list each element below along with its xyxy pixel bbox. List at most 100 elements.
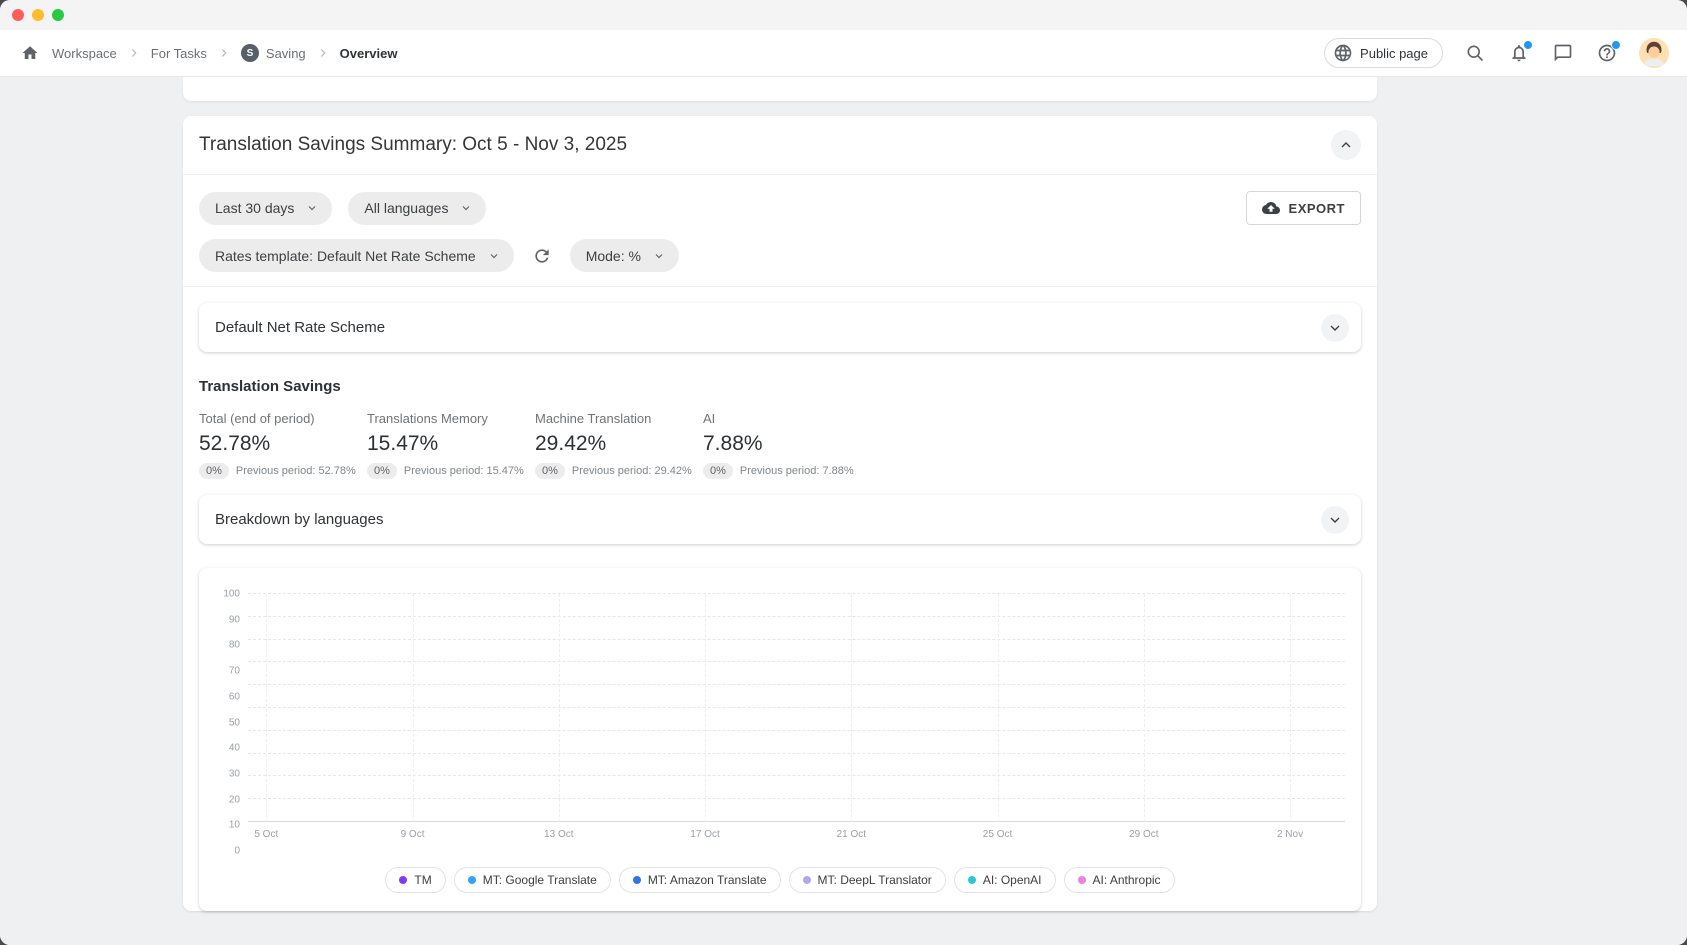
notification-dot — [1611, 40, 1621, 50]
refresh-icon[interactable] — [530, 244, 554, 268]
filters-section: Last 30 days All languages EXPORT — [183, 175, 1377, 286]
breadcrumb-item-for-tasks[interactable]: For Tasks — [151, 46, 207, 61]
languages-dropdown[interactable]: All languages — [348, 192, 486, 225]
savings-chart-card: 0102030405060708090100 5 Oct9 Oct13 Oct1… — [199, 568, 1361, 911]
stats-row: Total (end of period) 52.78% 0% Previous… — [199, 411, 1361, 479]
top-navbar: Workspace For Tasks S Saving Overview Pu… — [0, 30, 1687, 77]
navbar-actions: Public page — [1324, 38, 1669, 68]
export-button[interactable]: EXPORT — [1246, 191, 1361, 225]
close-button[interactable] — [12, 9, 24, 21]
legend-chip[interactable]: MT: Amazon Translate — [619, 867, 781, 893]
home-icon[interactable] — [18, 41, 42, 65]
chevron-down-icon — [460, 202, 472, 214]
x-tick-label: 13 Oct — [541, 829, 578, 840]
public-page-button[interactable]: Public page — [1324, 38, 1443, 68]
bar-cell — [285, 594, 322, 822]
bar-cell — [979, 594, 1016, 822]
bar-cell — [650, 594, 687, 822]
cloud-upload-icon — [1262, 199, 1280, 217]
breadcrumb-item-workspace[interactable]: Workspace — [52, 46, 117, 61]
minimize-button[interactable] — [32, 9, 44, 21]
mode-dropdown[interactable]: Mode: % — [570, 239, 679, 272]
bar-cell — [541, 594, 578, 822]
chevron-down-icon — [306, 202, 318, 214]
search-icon[interactable] — [1463, 41, 1487, 65]
legend-chip[interactable]: AI: Anthropic — [1064, 867, 1175, 893]
y-tick-label: 80 — [229, 640, 240, 651]
delta-badge: 0% — [199, 463, 229, 479]
legend-chip[interactable]: MT: DeepL Translator — [789, 867, 946, 893]
zoom-button[interactable] — [52, 9, 64, 21]
legend-label: AI: OpenAI — [983, 873, 1042, 887]
breadcrumb-item-overview[interactable]: Overview — [340, 46, 398, 61]
breadcrumb-label: Saving — [266, 46, 306, 61]
vertical-gridline — [1290, 594, 1291, 822]
y-tick-label: 10 — [229, 820, 240, 831]
user-avatar[interactable] — [1639, 38, 1669, 68]
stat-translations-memory: Translations Memory 15.47% 0% Previous p… — [367, 411, 535, 479]
collapse-card-button[interactable] — [1331, 130, 1361, 160]
chart-bars — [248, 594, 1345, 822]
legend-label: MT: DeepL Translator — [818, 873, 932, 887]
legend-chip[interactable]: MT: Google Translate — [454, 867, 611, 893]
stat-total: Total (end of period) 52.78% 0% Previous… — [199, 411, 367, 479]
vertical-gridline — [266, 594, 267, 822]
help-icon[interactable] — [1595, 41, 1619, 65]
bar-cell — [394, 594, 431, 822]
rates-template-value: Rates template: Default Net Rate Scheme — [215, 248, 476, 264]
previous-period-text: Previous period: 7.88% — [740, 465, 854, 477]
languages-value: All languages — [364, 200, 448, 216]
stat-machine-translation: Machine Translation 29.42% 0% Previous p… — [535, 411, 703, 479]
previous-period-text: Previous period: 15.47% — [404, 465, 524, 477]
x-tick-label: 29 Oct — [1126, 829, 1163, 840]
main-scroll-area[interactable]: Translation Savings Summary: Oct 5 - Nov… — [0, 77, 1687, 945]
date-range-dropdown[interactable]: Last 30 days — [199, 192, 332, 225]
bar-cell — [577, 594, 614, 822]
notification-dot — [1523, 40, 1533, 50]
breakdown-by-languages-panel[interactable]: Breakdown by languages — [199, 495, 1361, 544]
delta-badge: 0% — [367, 463, 397, 479]
stat-ai: AI 7.88% 0% Previous period: 7.88% — [703, 411, 871, 479]
bar-cell — [723, 594, 760, 822]
y-tick-label: 50 — [229, 717, 240, 728]
bar-cell — [321, 594, 358, 822]
legend-dot — [468, 876, 476, 884]
chevron-down-icon — [1327, 320, 1343, 336]
date-range-value: Last 30 days — [215, 200, 294, 216]
legend-label: TM — [414, 873, 431, 887]
notifications-icon[interactable] — [1507, 41, 1531, 65]
savings-summary-card: Translation Savings Summary: Oct 5 - Nov… — [183, 116, 1377, 911]
legend-dot — [633, 876, 641, 884]
breadcrumb-item-saving[interactable]: S Saving — [241, 44, 306, 62]
stat-label: AI — [703, 411, 871, 426]
previous-period-text: Previous period: 52.78% — [236, 465, 356, 477]
app-window: Workspace For Tasks S Saving Overview Pu… — [0, 0, 1687, 945]
legend-chip[interactable]: AI: OpenAI — [954, 867, 1056, 893]
bar-cell — [796, 594, 833, 822]
expand-breakdown-button[interactable] — [1321, 506, 1349, 534]
chart-plot — [248, 594, 1345, 822]
delta-badge: 0% — [535, 463, 565, 479]
chat-icon[interactable] — [1551, 41, 1575, 65]
stat-value: 29.42% — [535, 432, 703, 456]
net-rate-scheme-panel[interactable]: Default Net Rate Scheme — [199, 303, 1361, 352]
vertical-gridline — [413, 594, 414, 822]
mode-value: Mode: % — [586, 248, 641, 264]
legend-dot — [803, 876, 811, 884]
expand-net-rate-scheme-button[interactable] — [1321, 314, 1349, 342]
chart-y-axis: 0102030405060708090100 — [210, 594, 240, 851]
page-title: Translation Savings Summary: Oct 5 - Nov… — [199, 134, 627, 156]
bar-cell — [870, 594, 907, 822]
rates-template-dropdown[interactable]: Rates template: Default Net Rate Scheme — [199, 239, 514, 272]
bar-cell — [833, 594, 870, 822]
bar-cell — [1199, 594, 1236, 822]
bar-cell — [1052, 594, 1089, 822]
translation-savings-heading: Translation Savings — [199, 378, 1361, 395]
public-page-label: Public page — [1360, 46, 1428, 61]
y-tick-label: 20 — [229, 794, 240, 805]
stat-label: Translations Memory — [367, 411, 535, 426]
stat-value: 15.47% — [367, 432, 535, 456]
bar-cell — [1126, 594, 1163, 822]
vertical-gridline — [1144, 594, 1145, 822]
legend-chip[interactable]: TM — [385, 867, 445, 893]
